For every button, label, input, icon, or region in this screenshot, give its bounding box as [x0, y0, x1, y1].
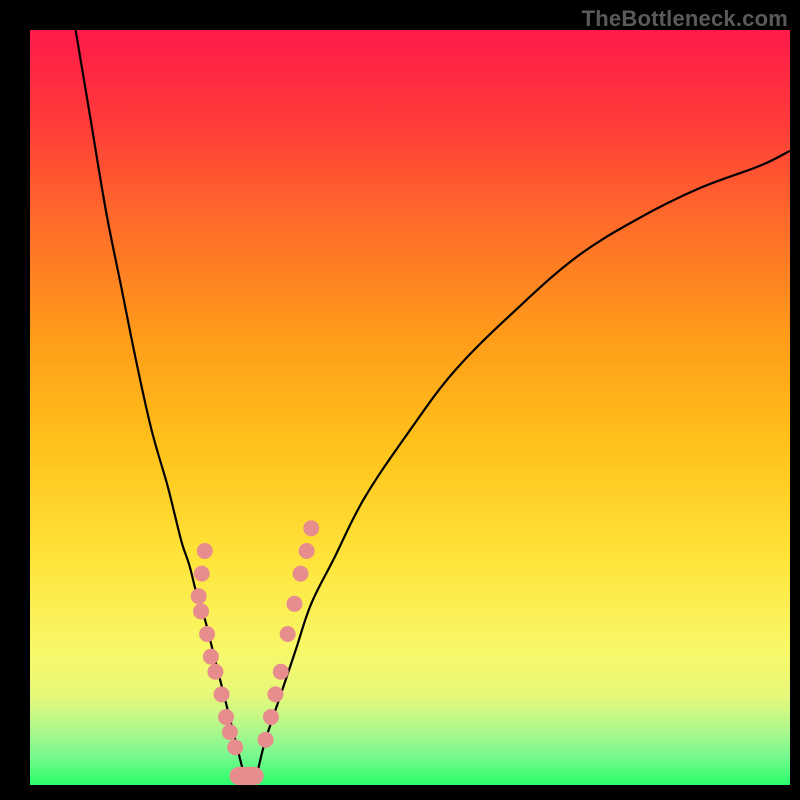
data-dot	[219, 710, 234, 725]
data-dot	[191, 589, 206, 604]
curve-svg	[30, 30, 790, 785]
data-dot	[208, 664, 223, 679]
data-dot	[293, 566, 308, 581]
data-dot	[258, 732, 273, 747]
data-dot	[268, 687, 283, 702]
data-dot	[280, 627, 295, 642]
data-dot	[194, 566, 209, 581]
bottom-cluster	[230, 767, 264, 785]
curve-right-arm	[258, 151, 790, 770]
data-dot	[200, 627, 215, 642]
data-dot	[214, 687, 229, 702]
data-dot	[197, 543, 212, 558]
chart-stage: TheBottleneck.com	[0, 0, 800, 800]
data-dot	[304, 521, 319, 536]
curve-paths	[76, 30, 790, 770]
data-dot	[263, 710, 278, 725]
data-dot	[273, 664, 288, 679]
data-dot	[203, 649, 218, 664]
plot-area	[30, 30, 790, 785]
data-dot	[299, 543, 314, 558]
data-dot	[287, 596, 302, 611]
data-dot	[222, 725, 237, 740]
watermark-text: TheBottleneck.com	[582, 6, 788, 32]
data-dot	[228, 740, 243, 755]
bottom-blob	[230, 767, 264, 785]
data-dot	[194, 604, 209, 619]
